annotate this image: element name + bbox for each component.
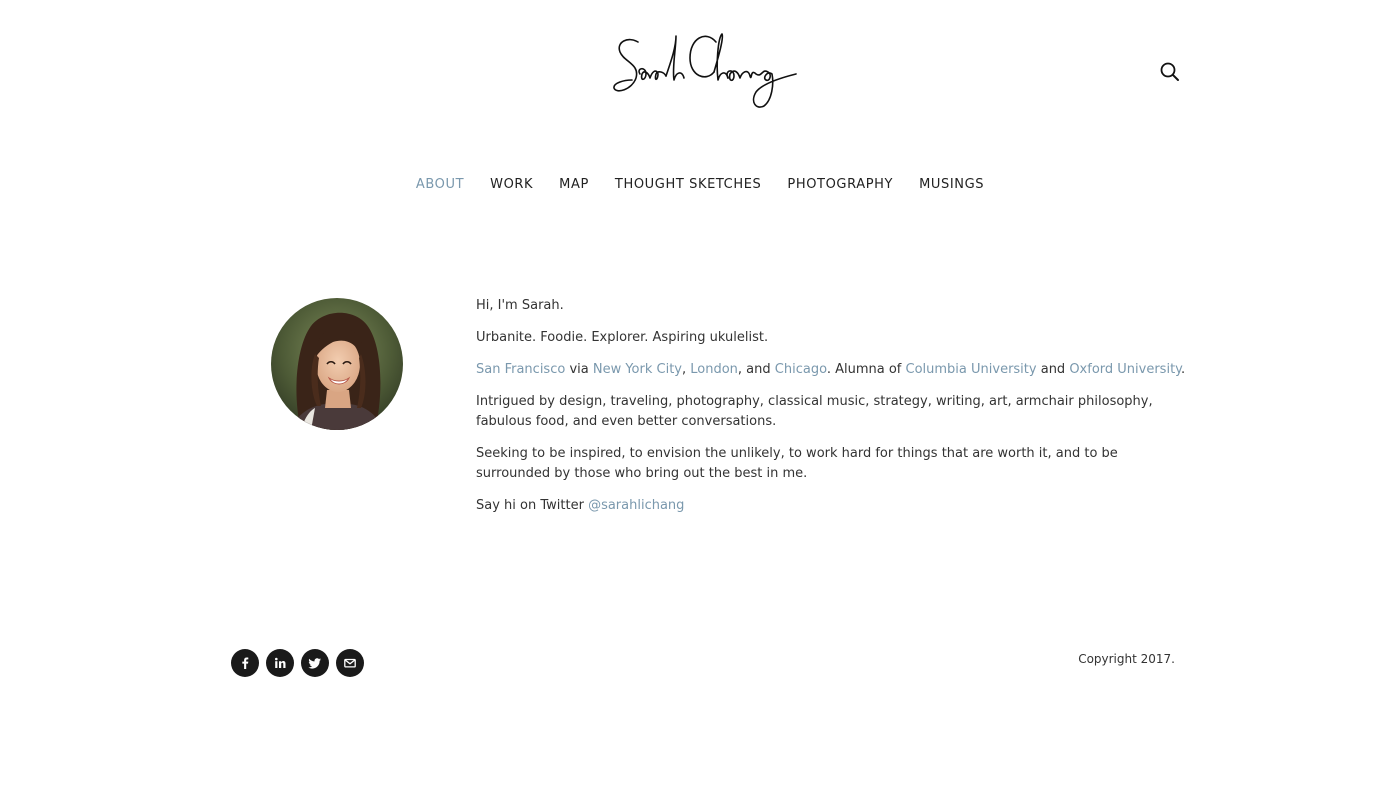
nav-item-work[interactable]: WORK — [490, 177, 533, 192]
page: ABOUT WORK MAP THOUGHT SKETCHES PHOTOGRA… — [0, 0, 1400, 800]
nav-item-musings[interactable]: MUSINGS — [919, 177, 984, 192]
nav-item-map[interactable]: MAP — [559, 177, 589, 192]
bio-tagline: Urbanite. Foodie. Explorer. Aspiring uku… — [476, 330, 769, 345]
linkedin-icon[interactable] — [266, 649, 294, 677]
link-columbia-university[interactable]: Columbia University — [906, 362, 1037, 377]
bio-cities: San Francisco via New York City, London,… — [476, 360, 1186, 380]
link-twitter-handle[interactable]: @sarahlichang — [588, 498, 684, 513]
bio-interests: Intrigued by design, traveling, photogra… — [476, 394, 1153, 429]
profile-photo — [271, 298, 403, 430]
bio-seeking: Seeking to be inspired, to envision the … — [476, 446, 1118, 481]
social-links — [231, 649, 364, 677]
link-san-francisco[interactable]: San Francisco — [476, 362, 565, 377]
bio-section: Hi, I'm Sarah. Urbanite. Foodie. Explore… — [476, 296, 1186, 528]
text-and-2: and — [1036, 362, 1070, 377]
text-period: . — [1181, 362, 1186, 377]
email-icon[interactable] — [336, 649, 364, 677]
signature-logo-image — [613, 33, 797, 108]
signature-logo[interactable] — [610, 28, 800, 112]
twitter-prefix: Say hi on Twitter — [476, 498, 589, 513]
search-icon[interactable] — [1158, 60, 1182, 84]
bio-twitter: Say hi on Twitter @sarahlichang — [476, 496, 1186, 516]
text-and: , and — [737, 362, 775, 377]
link-chicago[interactable]: Chicago — [775, 362, 827, 377]
nav-item-photography[interactable]: PHOTOGRAPHY — [787, 177, 893, 192]
facebook-icon[interactable] — [231, 649, 259, 677]
nav-item-thought-sketches[interactable]: THOUGHT SKETCHES — [615, 177, 761, 192]
avatar — [271, 298, 403, 430]
bio-greeting: Hi, I'm Sarah. — [476, 298, 564, 313]
link-new-york-city[interactable]: New York City — [593, 362, 682, 377]
link-oxford-university[interactable]: Oxford University — [1069, 362, 1181, 377]
link-london[interactable]: London — [690, 362, 738, 377]
nav-item-about[interactable]: ABOUT — [416, 177, 464, 192]
text-via: via — [565, 362, 593, 377]
copyright: Copyright 2017. — [1078, 652, 1175, 666]
main-nav: ABOUT WORK MAP THOUGHT SKETCHES PHOTOGRA… — [0, 177, 1400, 192]
text-alumna: . Alumna of — [826, 362, 906, 377]
twitter-icon[interactable] — [301, 649, 329, 677]
